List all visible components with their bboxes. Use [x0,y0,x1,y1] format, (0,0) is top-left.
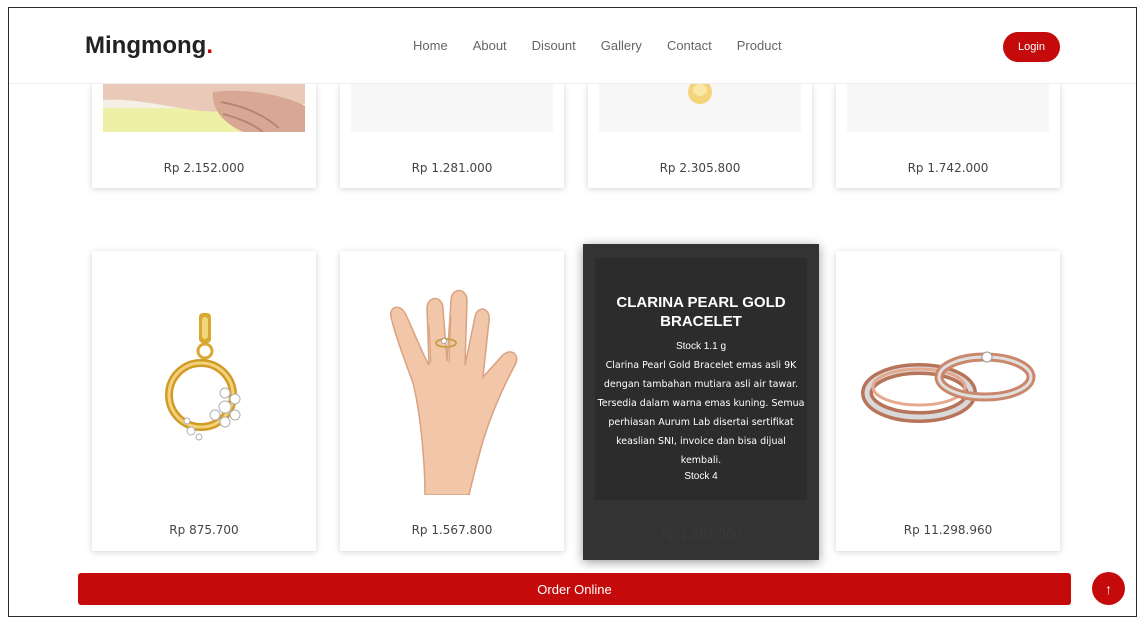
nav-about[interactable]: About [473,38,507,53]
navbar: Mingmong. Home About Disount Gallery Con… [9,8,1136,84]
browser-viewport: Mingmong. Home About Disount Gallery Con… [8,7,1137,617]
product-detail-overlay: CLARINA PEARL GOLD BRACELET Stock 1.1 g … [595,258,807,500]
product-card[interactable]: Rp 1.567.800 [340,251,564,551]
product-image [351,265,553,495]
product-card-hover[interactable]: CLARINA PEARL GOLD BRACELET Stock 1.1 g … [583,244,819,560]
nav-gallery[interactable]: Gallery [601,38,642,53]
brand-dot: . [206,32,213,59]
product-card[interactable]: Rp 1.281.000 [340,84,564,188]
login-button[interactable]: Login [1003,32,1060,62]
product-image [847,84,1049,132]
scroll-top-button[interactable]: ↑ [1092,572,1125,605]
product-price: Rp 1.281.000 [660,527,742,541]
product-price: Rp 1.567.800 [411,523,493,537]
product-image [103,84,305,132]
arrow-up-icon: ↑ [1105,580,1112,597]
brand-logo[interactable]: Mingmong. [85,32,213,60]
product-card[interactable]: Rp 2.152.000 [92,84,316,188]
product-card[interactable]: Rp 875.700 [92,251,316,551]
product-image [847,265,1049,495]
product-price: Rp 2.152.000 [163,161,245,175]
product-image [103,265,305,495]
product-image [599,84,801,132]
product-price: Rp 875.700 [169,523,239,537]
product-card[interactable]: Rp 11.298.960 [836,251,1060,551]
product-card[interactable]: Rp 2.305.800 [588,84,812,188]
product-image [351,84,553,132]
product-title: CLARINA PEARL GOLD BRACELET [616,294,786,330]
product-price: Rp 1.742.000 [907,161,989,175]
product-card[interactable]: Rp 1.742.000 [836,84,1060,188]
product-price: Rp 1.281.000 [411,161,493,175]
product-stock-weight: Stock 1.1 g [675,341,727,352]
nav-links: Home About Disount Gallery Contact Produ… [413,38,782,53]
order-online-button[interactable]: Order Online [78,573,1071,605]
nav-home[interactable]: Home [413,38,448,53]
product-price: Rp 2.305.800 [659,161,741,175]
brand-name: Mingmong [85,32,207,59]
nav-product[interactable]: Product [737,38,782,53]
product-price: Rp 11.298.960 [903,523,993,537]
product-description: Clarina Pearl Gold Bracelet emas asli 9K… [597,360,805,466]
nav-discount[interactable]: Disount [532,38,576,53]
product-stock-count: Stock 4 [684,471,718,482]
nav-contact[interactable]: Contact [667,38,712,53]
